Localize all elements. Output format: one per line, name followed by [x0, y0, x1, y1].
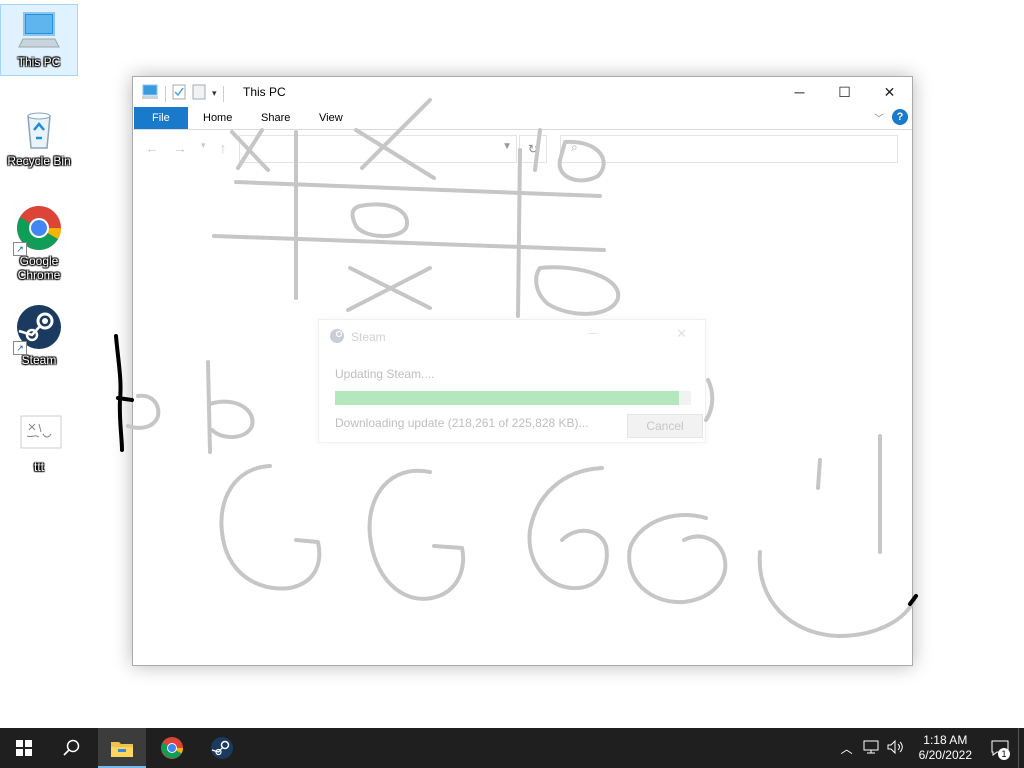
show-hidden-icons-chevron-icon[interactable]: ︿ — [841, 740, 853, 757]
toolbar-divider — [165, 85, 166, 102]
desktop-icon-label: Recycle Bin — [7, 154, 71, 168]
action-center-button[interactable]: 1 — [982, 728, 1018, 768]
download-progress-text: Downloading update (218,261 of 225,828 K… — [335, 416, 589, 430]
clock[interactable]: 1:18 AM 6/20/2022 — [919, 733, 972, 763]
maximize-button[interactable]: ☐ — [822, 77, 867, 107]
shortcut-arrow-icon: ↗ — [13, 341, 27, 355]
taskbar: ︿ 1:18 AM 6/20/2022 1 — [0, 728, 1024, 768]
computer-icon — [15, 5, 63, 53]
help-button[interactable]: ? — [892, 109, 908, 125]
desktop-icon-label: This PC — [17, 55, 61, 69]
volume-icon[interactable] — [887, 739, 905, 757]
stroke — [116, 396, 134, 402]
start-icon — [16, 740, 32, 756]
file-explorer-icon — [111, 742, 133, 757]
search-icon — [63, 739, 80, 756]
image-file-icon — [15, 410, 63, 458]
dialog-close-icon[interactable]: ✕ — [676, 326, 687, 342]
close-icon: ✕ — [883, 83, 896, 100]
steam-icon — [211, 737, 233, 759]
taskbar-steam[interactable] — [198, 728, 246, 768]
taskbar-chrome[interactable] — [148, 728, 196, 768]
search-icon: ⌕ — [571, 140, 578, 154]
up-arrow-icon[interactable]: ↑ — [220, 140, 227, 156]
network-icon[interactable] — [863, 740, 879, 757]
notification-count-badge: 1 — [998, 748, 1010, 760]
quick-access-toolbar: ▾ — [141, 84, 224, 103]
update-progress-bar — [335, 391, 691, 405]
desktop-icon-label: ttt — [33, 460, 44, 474]
maximize-icon: ☐ — [838, 83, 851, 100]
toolbar-divider — [222, 85, 224, 102]
desktop-icon-label: Steam — [21, 353, 57, 367]
desktop-icon-label: Google Chrome — [17, 254, 61, 282]
ribbon-tabs: File Home Share View ﹀ ? — [133, 107, 912, 130]
forward-arrow-icon[interactable]: → — [173, 140, 187, 156]
minimize-icon: ─ — [794, 84, 805, 100]
tab-home[interactable]: Home — [189, 107, 246, 129]
desktop-icon-recycle-bin[interactable]: Recycle Bin — [1, 104, 77, 168]
address-bar-row: ← → ▾ ↑ ▼ ↻ ⌕ — [133, 130, 912, 166]
address-dropdown-chevron-icon[interactable]: ▼ — [502, 141, 512, 152]
search-input[interactable]: ⌕ — [560, 135, 898, 163]
shortcut-arrow-icon: ↗ — [13, 242, 27, 256]
recycle-bin-icon — [15, 104, 63, 152]
customize-toolbar-chevron-icon[interactable]: ▾ — [212, 88, 217, 99]
show-desktop-button[interactable] — [1018, 728, 1024, 768]
minimize-button[interactable]: ─ — [777, 77, 822, 107]
stroke — [114, 334, 124, 452]
desktop-icon-this-pc[interactable]: This PC — [0, 4, 78, 76]
this-pc-icon — [141, 84, 159, 103]
desktop-icon-steam[interactable]: ↗ Steam — [1, 303, 77, 367]
chrome-icon — [161, 737, 183, 759]
tab-view[interactable]: View — [305, 107, 357, 129]
dialog-title: Steam — [351, 330, 386, 344]
steam-update-dialog[interactable]: Steam ─ ✕ Updating Steam.... Downloading… — [318, 319, 706, 443]
desktop-icon-google-chrome[interactable]: ↗ Google Chrome — [1, 204, 77, 282]
tab-share[interactable]: Share — [247, 107, 304, 129]
properties-icon[interactable] — [172, 84, 186, 103]
desktop-icon-ttt[interactable]: ttt — [1, 410, 77, 474]
dialog-minimize-icon[interactable]: ─ — [588, 326, 597, 340]
clock-date: 6/20/2022 — [918, 748, 972, 762]
taskbar-search-button[interactable] — [48, 728, 96, 768]
cancel-button[interactable]: Cancel — [627, 414, 703, 438]
new-folder-icon[interactable] — [192, 84, 206, 103]
progress-fill — [335, 391, 679, 405]
address-input[interactable]: ▼ — [239, 135, 517, 163]
start-button[interactable] — [0, 728, 48, 768]
expand-ribbon-chevron-icon[interactable]: ﹀ — [874, 110, 884, 125]
title-bar[interactable]: ▾ This PC ─ ☐ ✕ — [133, 77, 912, 107]
taskbar-file-explorer[interactable] — [98, 728, 146, 768]
refresh-button[interactable]: ↻ — [519, 135, 547, 163]
window-title: This PC — [243, 85, 286, 99]
update-status-text: Updating Steam.... — [335, 367, 435, 381]
back-arrow-icon[interactable]: ← — [145, 140, 159, 156]
steam-icon — [329, 328, 345, 347]
system-tray: ︿ 1:18 AM 6/20/2022 1 — [841, 728, 1024, 768]
refresh-icon: ↻ — [527, 142, 539, 156]
tab-file[interactable]: File — [134, 107, 188, 129]
clock-time: 1:18 AM — [923, 733, 968, 747]
chrome-icon: ↗ — [13, 204, 63, 256]
close-button[interactable]: ✕ — [867, 77, 912, 107]
steam-icon: ↗ — [13, 303, 63, 355]
recent-locations-chevron-icon[interactable]: ▾ — [201, 140, 206, 156]
